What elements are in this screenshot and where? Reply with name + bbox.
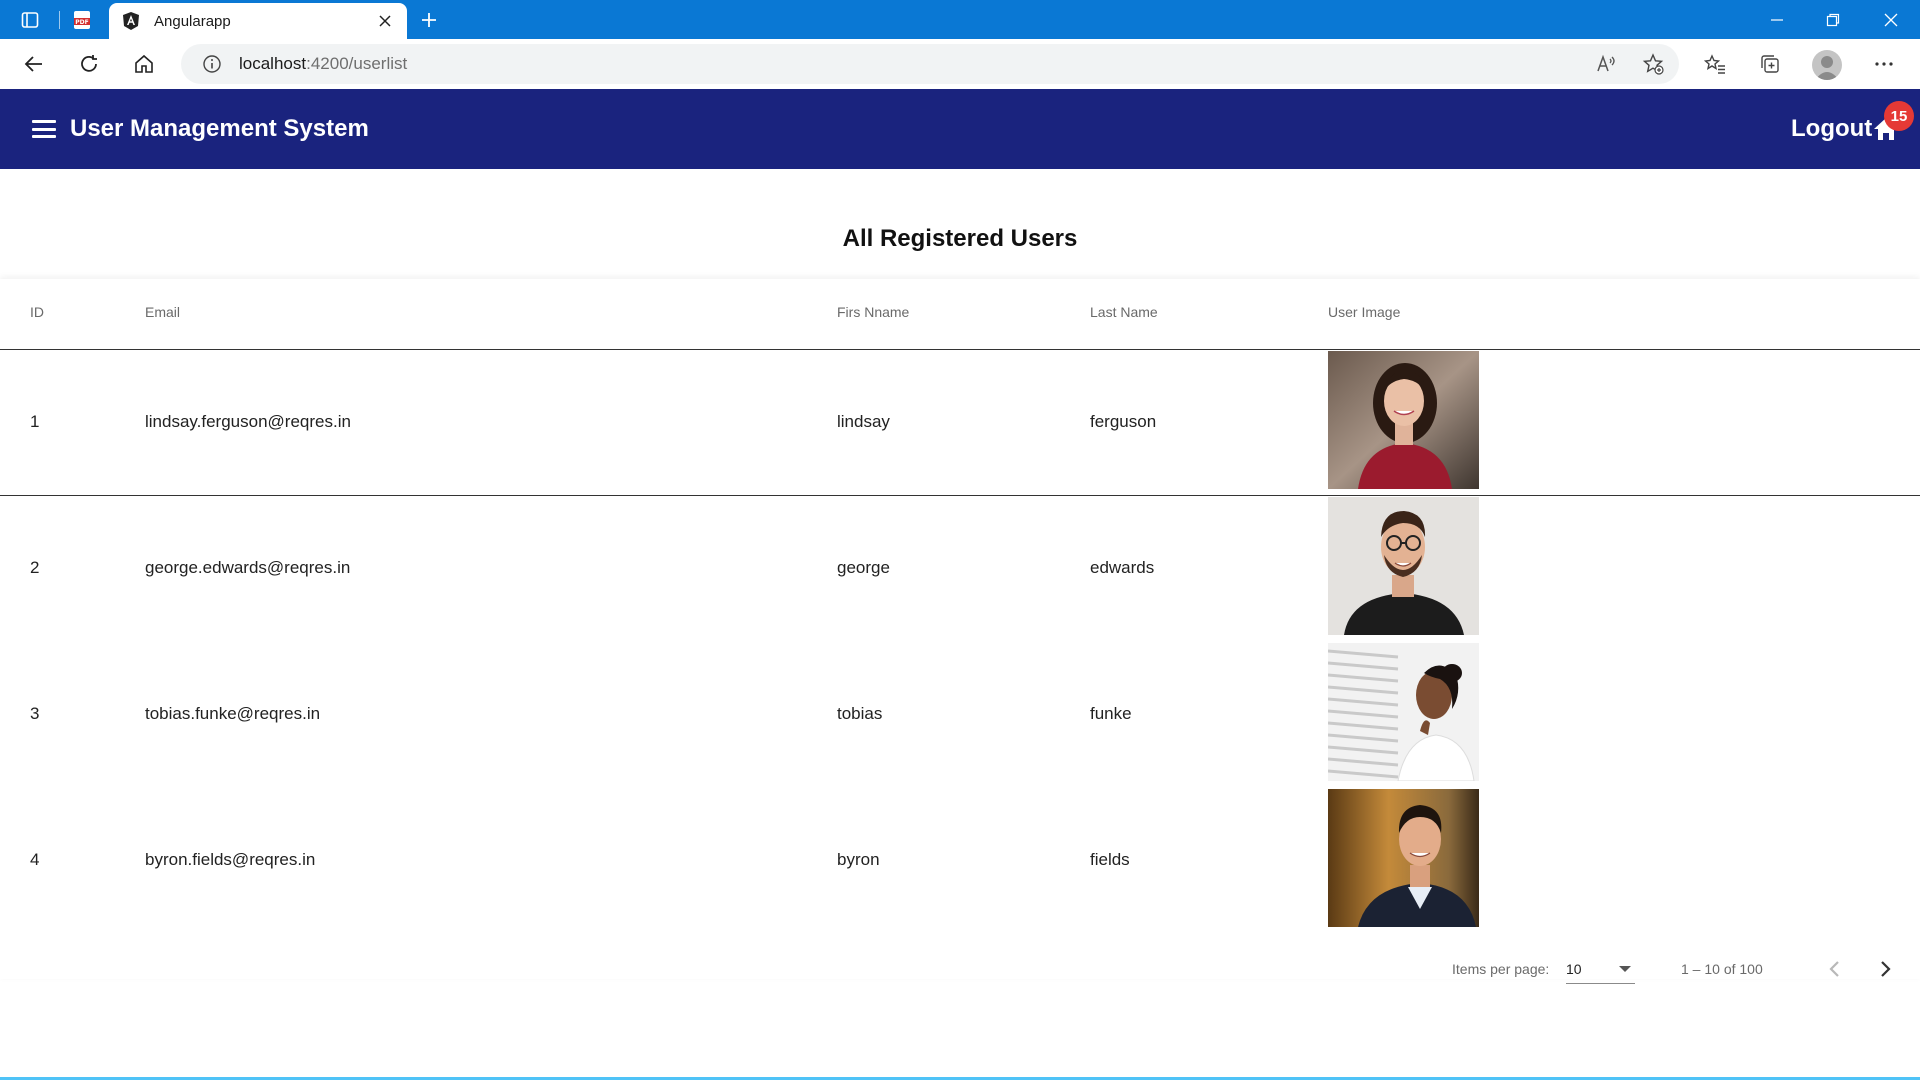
url-path: :4200/userlist — [306, 54, 408, 73]
paginator: Items per page: 10 1 – 10 of 100 — [0, 944, 1920, 994]
items-per-page-label: Items per page: — [1452, 961, 1550, 977]
new-tab-icon[interactable] — [416, 7, 442, 33]
angular-logo-icon — [120, 10, 142, 32]
close-window-icon[interactable] — [1863, 0, 1919, 39]
cell-email: lindsay.ferguson@reqres.in — [145, 412, 351, 431]
url-text[interactable]: localhost:4200/userlist — [239, 54, 407, 74]
cell-email: tobias.funke@reqres.in — [145, 704, 321, 723]
user-image — [1328, 497, 1479, 635]
cell-first-name: tobias — [837, 704, 883, 723]
previous-page-button[interactable] — [1820, 954, 1850, 984]
add-favorite-icon[interactable] — [1637, 48, 1669, 80]
items-per-page-select[interactable]: 10 — [1566, 952, 1635, 984]
more-options-icon[interactable] — [1868, 48, 1900, 80]
profile-avatar-icon[interactable] — [1812, 50, 1842, 80]
tab-separator — [59, 11, 60, 29]
back-arrow-icon[interactable] — [18, 48, 50, 80]
table-row: 2 george.edwards@reqres.in george edward… — [0, 497, 1920, 643]
column-header-last-name: Last Name — [1090, 304, 1158, 320]
favorites-icon[interactable] — [1699, 48, 1731, 80]
cell-id: 1 — [30, 412, 40, 431]
cell-last-name: funke — [1090, 704, 1132, 723]
app-title: User Management System — [70, 115, 369, 142]
svg-text:PDF: PDF — [75, 19, 88, 26]
pdf-tab-icon[interactable]: PDF — [69, 7, 95, 33]
column-header-id: ID — [30, 304, 44, 320]
user-image — [1328, 789, 1479, 927]
cell-email: george.edwards@reqres.in — [145, 558, 351, 577]
dropdown-caret-icon — [1619, 966, 1631, 972]
hamburger-menu-icon[interactable] — [30, 116, 58, 142]
users-table: ID Email Firs Nname Last Name User Image… — [0, 279, 1920, 979]
cell-last-name: ferguson — [1090, 412, 1157, 431]
table-row: 1 lindsay.ferguson@reqres.in lindsay fer… — [0, 350, 1920, 496]
site-info-icon[interactable] — [201, 53, 223, 75]
tab-title: Angularapp — [154, 12, 231, 30]
close-tab-icon[interactable] — [373, 9, 397, 33]
url-host: localhost — [239, 54, 307, 73]
cell-last-name: fields — [1090, 850, 1130, 869]
user-image — [1328, 643, 1479, 781]
cell-id: 3 — [30, 704, 40, 723]
app-header: User Management System Logout — [0, 89, 1920, 169]
chevron-right-icon — [1881, 961, 1891, 977]
restore-icon[interactable] — [1805, 0, 1861, 39]
items-per-page-value: 10 — [1566, 961, 1582, 977]
notification-badge: 15 — [1884, 101, 1914, 131]
column-header-first-name: Firs Nname — [837, 304, 910, 320]
logout-button[interactable]: Logout — [1791, 115, 1872, 143]
browser-toolbar: localhost:4200/userlist — [0, 39, 1920, 89]
active-tab[interactable]: Angularapp — [109, 3, 407, 39]
column-header-email: Email — [145, 304, 181, 320]
table-header-row: ID Email Firs Nname Last Name User Image — [0, 279, 1920, 350]
home-icon[interactable] — [128, 48, 160, 80]
cell-first-name: lindsay — [837, 412, 890, 431]
cell-id: 2 — [30, 558, 40, 577]
read-aloud-icon[interactable] — [1590, 48, 1622, 80]
page-range-label: 1 – 10 of 100 — [1681, 961, 1763, 977]
table-row: 3 tobias.funke@reqres.in tobias funke — [0, 643, 1920, 789]
page-title: All Registered Users — [842, 225, 1078, 252]
refresh-icon[interactable] — [73, 48, 105, 80]
next-page-button[interactable] — [1870, 954, 1900, 984]
table-row: 4 byron.fields@reqres.in byron fields — [0, 789, 1920, 935]
cell-first-name: george — [837, 558, 890, 577]
cell-last-name: edwards — [1090, 558, 1155, 577]
tab-actions-icon[interactable] — [17, 7, 43, 33]
address-bar[interactable]: localhost:4200/userlist — [181, 44, 1679, 84]
cell-id: 4 — [30, 850, 40, 869]
column-header-user-image: User Image — [1328, 304, 1401, 320]
collections-icon[interactable] — [1754, 48, 1786, 80]
chevron-left-icon — [1829, 961, 1839, 977]
browser-tab-strip: PDF Angularapp — [0, 0, 1920, 39]
cell-first-name: byron — [837, 850, 880, 869]
user-image — [1328, 351, 1479, 489]
cell-email: byron.fields@reqres.in — [145, 850, 316, 869]
minimize-icon[interactable] — [1749, 0, 1805, 39]
